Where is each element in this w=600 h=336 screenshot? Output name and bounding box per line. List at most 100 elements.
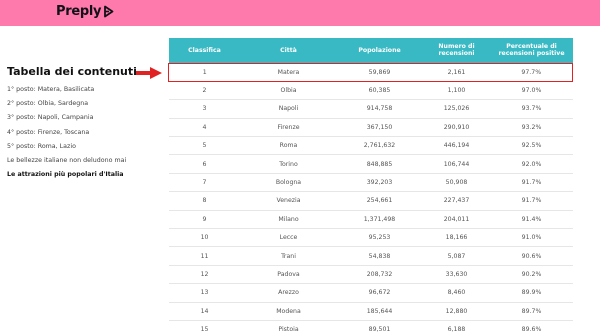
cell-rank: 14 <box>200 307 209 315</box>
brand-name: Preply <box>56 4 102 19</box>
cell-rank: 8 <box>202 197 207 205</box>
column-header-rank: Classifica <box>188 46 221 54</box>
table-row: 4 Firenze 367,150 290,910 93.2% <box>168 118 573 137</box>
column-header-reviews: Numero di recensioni <box>438 43 475 58</box>
cell-population: 208,732 <box>366 270 393 278</box>
cell-rank: 12 <box>200 270 209 278</box>
cell-positive-percent: 93.7% <box>521 105 542 113</box>
table-row: 6 Torino 848,885 106,744 92.0% <box>168 155 573 174</box>
cell-city: Padova <box>277 270 300 278</box>
table-row: 14 Modena 185,644 12,880 89.7% <box>168 302 573 321</box>
cell-rank: 4 <box>202 123 207 131</box>
cell-city: Trani <box>281 252 296 260</box>
table-row: 15 Pistoia 89,501 6,188 89.6% <box>169 320 573 336</box>
toc-item-matera[interactable]: 1° posto: Matera, Basilicata <box>7 86 157 93</box>
city-ranking-table: Classifica Città Popolazione Numero di r… <box>168 38 573 336</box>
preply-logo-icon <box>104 5 114 18</box>
table-row: 12 Padova 208,732 33,630 90.2% <box>168 265 573 284</box>
cell-positive-percent: 97.7% <box>490 62 573 82</box>
cell-reviews: 125,026 <box>443 105 470 113</box>
cell-rank: 9 <box>202 215 207 223</box>
cell-city: Matera <box>240 62 337 82</box>
cell-rank: 6 <box>202 160 207 168</box>
cell-reviews: 204,011 <box>443 215 470 223</box>
cell-reviews: 33,630 <box>445 270 468 278</box>
table-row: 11 Trani 54,838 5,087 90.6% <box>168 247 573 266</box>
table-row: 9 Milano 1,371,498 204,011 91.4% <box>168 210 573 229</box>
table-header-row: Classifica Città Popolazione Numero di r… <box>168 38 573 63</box>
cell-city: Arezzo <box>278 289 299 297</box>
cell-population: 2,761,632 <box>363 142 396 150</box>
top-bar: Preply <box>0 0 600 26</box>
red-arrow-icon <box>136 67 162 79</box>
cell-reviews: 227,437 <box>443 197 470 205</box>
cell-reviews: 106,744 <box>443 160 470 168</box>
cell-city: Olbia <box>280 87 297 95</box>
toc-item-roma[interactable]: 5° posto: Roma, Lazio <box>7 143 157 150</box>
cell-rank: 11 <box>200 252 209 260</box>
toc-item-olbia[interactable]: 2° posto: Olbia, Sardegna <box>7 100 157 107</box>
table-body: 1 Matera 59,869 2,161 97.7% 2 Olbia 60,385 1,100… <box>168 62 573 336</box>
cell-city: Venezia <box>276 197 301 205</box>
city-ranking-table-wrapper: Classifica Città Popolazione Numero di r… <box>168 38 573 336</box>
column-header-positive-reviews: Percentuale di recensioni positive <box>498 43 565 58</box>
cell-population: 367,150 <box>366 123 393 131</box>
cell-rank: 15 <box>200 326 209 334</box>
toc-item-firenze[interactable]: 4° posto: Firenze, Toscana <box>7 129 157 136</box>
cell-rank: 1 <box>168 62 241 82</box>
cell-reviews: 18,166 <box>445 234 468 242</box>
cell-city: Firenze <box>277 123 300 131</box>
table-row: 2 Olbia 60,385 1,100 97.0% <box>168 81 573 100</box>
cell-positive-percent: 91.4% <box>521 215 542 223</box>
cell-positive-percent: 97.0% <box>521 87 542 95</box>
cell-positive-percent: 89.6% <box>521 326 542 334</box>
cell-reviews: 1,100 <box>447 87 466 95</box>
toc-item-attrazioni[interactable]: Le attrazioni più popolari d'Italia <box>7 171 157 178</box>
table-row: 10 Lecce 95,253 18,166 91.0% <box>168 229 573 247</box>
toc-item-napoli[interactable]: 3° posto: Napoli, Campania <box>7 114 157 121</box>
cell-population: 185,644 <box>366 307 393 315</box>
table-row: 1 Matera 59,869 2,161 97.7% <box>168 62 573 82</box>
cell-city: Milano <box>278 215 299 223</box>
column-header-population: Popolazione <box>358 46 401 54</box>
brand-logo[interactable]: Preply <box>56 4 115 19</box>
cell-rank: 10 <box>200 234 209 242</box>
cell-positive-percent: 92.0% <box>521 160 542 168</box>
cell-population: 60,385 <box>368 87 391 95</box>
toc-item-bellezze-italiane[interactable]: Le bellezze italiane non deludono mai <box>7 157 157 164</box>
cell-reviews: 5,087 <box>447 252 466 260</box>
cell-population: 89,501 <box>368 326 391 334</box>
cell-reviews: 2,161 <box>422 62 491 82</box>
toc-title: Tabella dei contenuti <box>7 65 137 78</box>
cell-city: Modena <box>276 307 301 315</box>
cell-reviews: 446,194 <box>443 142 470 150</box>
cell-rank: 2 <box>202 87 207 95</box>
cell-population: 59,869 <box>336 62 423 82</box>
column-header-city: Città <box>280 46 297 54</box>
cell-rank: 7 <box>202 179 207 187</box>
cell-positive-percent: 91.7% <box>521 197 542 205</box>
table-row: 8 Venezia 254,661 227,437 91.7% <box>168 192 573 211</box>
cell-reviews: 50,908 <box>445 179 468 187</box>
cell-population: 54,838 <box>368 252 391 260</box>
cell-rank: 13 <box>200 289 209 297</box>
cell-rank: 5 <box>202 142 207 150</box>
cell-reviews: 8,460 <box>447 289 466 297</box>
cell-positive-percent: 93.2% <box>521 123 542 131</box>
cell-rank: 3 <box>202 105 207 113</box>
cell-city: Pistoia <box>278 326 299 334</box>
cell-city: Lecce <box>279 234 298 242</box>
cell-population: 95,253 <box>368 234 391 242</box>
cell-population: 392,203 <box>366 179 393 187</box>
cell-positive-percent: 91.7% <box>521 179 542 187</box>
cell-positive-percent: 89.7% <box>521 307 542 315</box>
cell-reviews: 290,910 <box>443 123 470 131</box>
table-row: 3 Napoli 914,758 125,026 93.7% <box>168 100 573 119</box>
cell-positive-percent: 90.6% <box>521 252 542 260</box>
table-row: 7 Bologna 392,203 50,908 91.7% <box>168 173 573 192</box>
cell-population: 848,885 <box>366 160 393 168</box>
cell-positive-percent: 91.0% <box>521 234 542 242</box>
cell-city: Bologna <box>275 179 302 187</box>
cell-population: 914,758 <box>366 105 393 113</box>
table-of-contents: Tabella dei contenuti 1° posto: Matera, … <box>7 65 157 185</box>
